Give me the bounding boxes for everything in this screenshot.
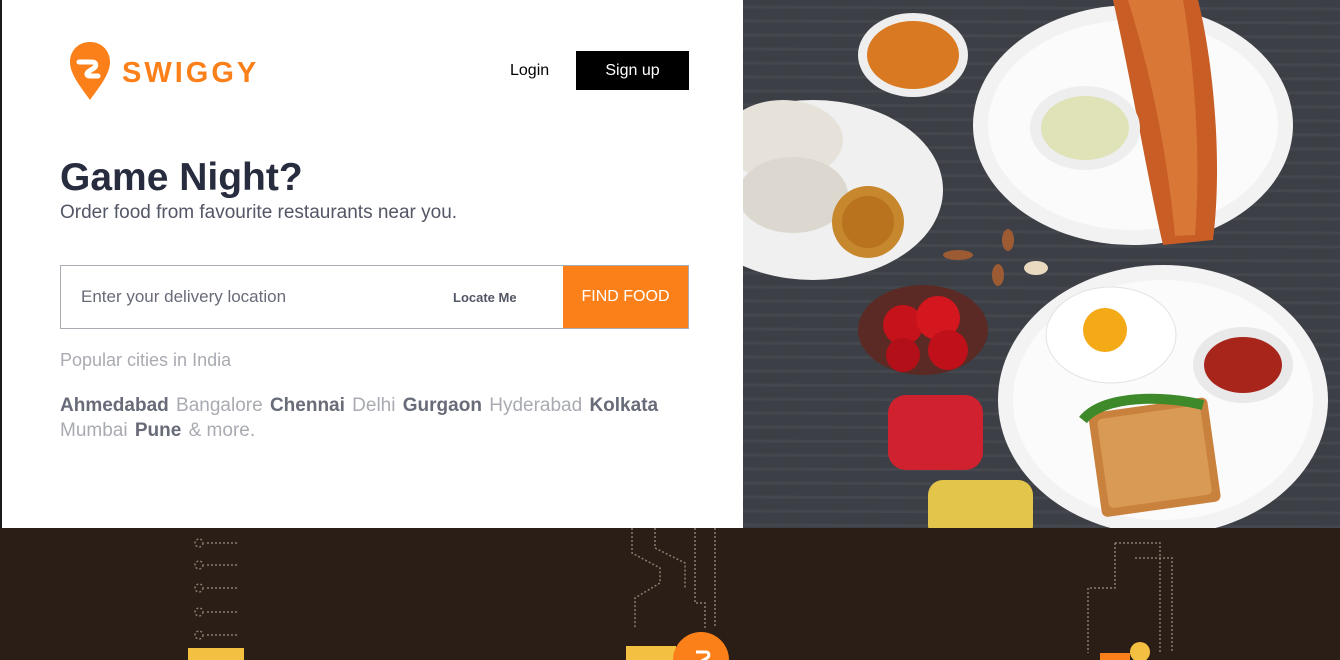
signup-button[interactable]: Sign up: [576, 51, 689, 90]
hero-panel: SWIGGY Login Sign up Game Night? Order f…: [0, 0, 743, 528]
city-link[interactable]: Kolkata: [589, 395, 658, 416]
login-link[interactable]: Login: [502, 51, 557, 90]
page-title: Game Night?: [60, 156, 303, 199]
page-subtitle: Order food from favourite restaurants ne…: [60, 202, 458, 223]
swiggy-logo-icon: [70, 42, 110, 105]
popular-cities-list: Ahmedabad Bangalore Chennai Delhi Gurgao…: [60, 393, 690, 443]
location-search-bar: Locate Me FIND FOOD: [60, 265, 689, 329]
more-cities-text: & more.: [188, 420, 256, 441]
city-link[interactable]: Chennai: [270, 395, 345, 416]
locate-me-button[interactable]: Locate Me: [443, 266, 563, 328]
city-link[interactable]: Ahmedabad: [60, 395, 169, 416]
brand-name: SWIGGY: [122, 57, 260, 89]
city-link[interactable]: Delhi: [352, 395, 395, 416]
find-food-button[interactable]: FIND FOOD: [563, 266, 688, 328]
food-image: [743, 0, 1340, 528]
city-link[interactable]: Bangalore: [176, 395, 263, 416]
city-link[interactable]: Gurgaon: [403, 395, 482, 416]
swiggy-logo[interactable]: SWIGGY: [70, 42, 259, 105]
footer-illustration: [0, 528, 1340, 660]
delivery-location-input[interactable]: [61, 266, 443, 328]
popular-cities-title: Popular cities in India: [60, 350, 232, 370]
city-link[interactable]: Hyderabad: [489, 395, 582, 416]
city-link[interactable]: Mumbai: [60, 420, 128, 441]
city-link[interactable]: Pune: [135, 420, 181, 441]
